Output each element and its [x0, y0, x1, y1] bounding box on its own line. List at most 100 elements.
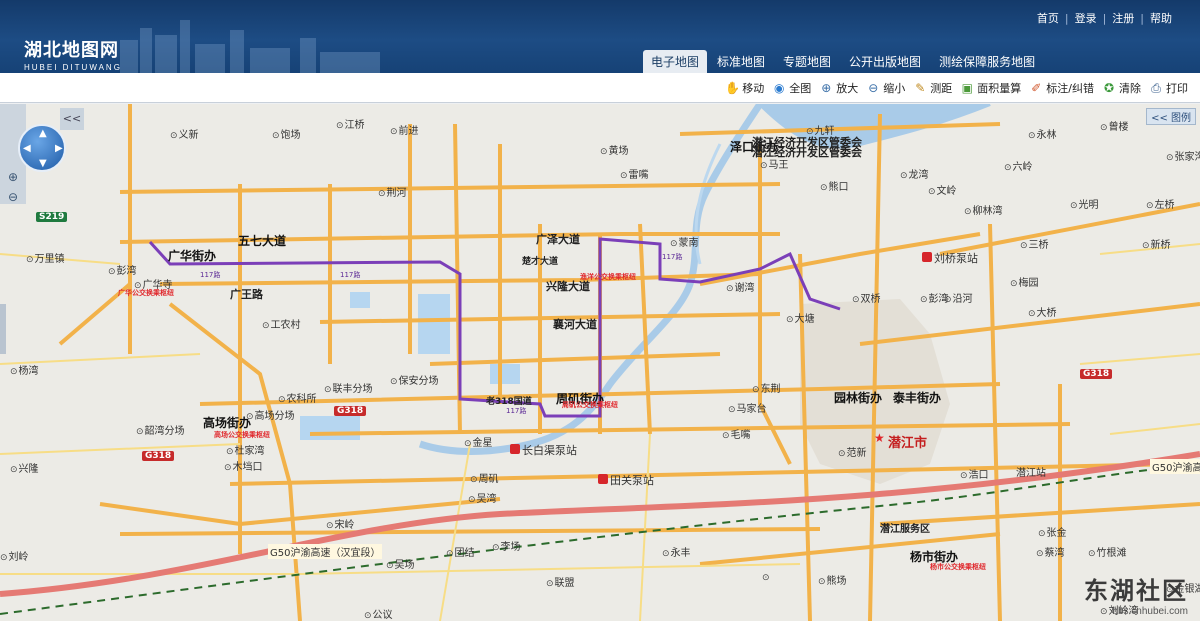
watermark: 东湖社区 bbs.cnhubei.com [1084, 571, 1188, 617]
tool-label: 移动 [742, 81, 765, 95]
zoom-in-button[interactable]: ⊕ 放大 [819, 80, 858, 96]
town-label: 兴隆 [10, 460, 39, 475]
measure-distance-button[interactable]: ✎ 测距 [913, 80, 952, 96]
tool-label: 全图 [789, 81, 812, 95]
move-button[interactable]: ✋ 移动 [725, 80, 764, 96]
measure-area-button[interactable]: ▣ 面积量算 [960, 80, 1022, 96]
station-label[interactable]: 长白渠泵站 [522, 442, 577, 458]
expressway-label: G50沪渝高速 [1150, 459, 1200, 474]
town-label: 团结 [446, 544, 475, 559]
town-label: 荆河 [378, 184, 407, 199]
tab-standard-map[interactable]: 标准地图 [709, 50, 773, 73]
town-label: 联盟 [546, 574, 575, 589]
district-label[interactable]: 高场街办 [203, 414, 251, 431]
ruler-icon: ✎ [915, 80, 926, 95]
station-label[interactable]: 潜江站 [1016, 464, 1046, 479]
town-label: 永丰 [662, 544, 691, 559]
bus-hub-note: 渔洋公交换乘枢纽 [580, 273, 636, 281]
print-button[interactable]: ⎙ 打印 [1149, 80, 1188, 96]
town-label: 蒙南 [670, 234, 699, 249]
tab-published-map[interactable]: 公开出版地图 [841, 50, 929, 73]
town-label: 农科所 [278, 390, 317, 405]
tab-electronic-map[interactable]: 电子地图 [643, 50, 708, 73]
link-register[interactable]: 注册 [1112, 10, 1134, 26]
site-logo[interactable]: 湖北地图网 HUBEI DITUWANG [24, 36, 122, 72]
town-label: 蔡湾 [1036, 544, 1065, 559]
tool-label: 清除 [1119, 81, 1141, 95]
town-label: 九轩 [806, 122, 835, 137]
expressway-label: G50沪渝高速（汉宜段） [268, 544, 383, 559]
legend-button[interactable]: << 图例 [1146, 108, 1196, 125]
tab-survey-service-map[interactable]: 测绘保障服务地图 [931, 50, 1043, 73]
town-label: 新桥 [1142, 236, 1171, 251]
clear-button[interactable]: ✪ 清除 [1102, 80, 1141, 96]
map-canvas[interactable]: 广华街办 五七大道 周矶街办 高场街办 泽口街办 园林街办 泰丰街办 杨市街办 … [0, 104, 1200, 621]
pump-station-icon [598, 474, 608, 484]
station-label[interactable]: 刘桥泵站 [934, 250, 978, 266]
town-label: 杨湾 [10, 362, 39, 377]
town-label: 保安分场 [390, 372, 439, 387]
pan-down-icon[interactable]: ▼ [39, 158, 47, 169]
town-label: 联丰分场 [324, 380, 373, 395]
district-label[interactable]: 园林街办 [834, 389, 882, 406]
print-icon: ⎙ [1151, 80, 1161, 95]
route-label: 117路 [200, 271, 221, 279]
bus-hub-note: 高场公交换乘枢纽 [214, 431, 270, 439]
tool-label: 测距 [930, 81, 953, 95]
town-label [762, 572, 771, 583]
town-label: 张金 [1038, 524, 1067, 539]
road-label: 广泽大道 [536, 233, 580, 246]
district-label[interactable]: 广华街办 [168, 247, 216, 264]
zoom-out-button[interactable]: ⊖ 缩小 [866, 80, 905, 96]
canal [694, 143, 722, 265]
g318-shield: G318 [334, 406, 367, 416]
town-label: 范新 [838, 444, 867, 459]
town-label: 杜家湾 [226, 442, 265, 457]
pond [490, 364, 520, 384]
map-type-tabs: 电子地图 标准地图 专题地图 公开出版地图 测绘保障服务地图 [643, 50, 1045, 73]
station-label[interactable]: 田关泵站 [610, 472, 654, 488]
divider: | [1102, 11, 1107, 25]
pond [300, 416, 360, 440]
g318-shield: G318 [1080, 369, 1113, 379]
town-label: 熊场 [818, 572, 847, 587]
link-login[interactable]: 登录 [1075, 10, 1097, 26]
collapse-panel-button[interactable]: << [60, 108, 84, 130]
zoom-out-icon: ⊖ [868, 80, 879, 95]
zoom-in-icon[interactable]: ⊕ [4, 168, 22, 186]
town-label: 彭湾 [108, 262, 137, 277]
pan-up-icon[interactable]: ▲ [39, 128, 47, 139]
town-label: 熊口 [820, 178, 849, 193]
town-label: 张家沟 [1166, 148, 1200, 163]
district-label[interactable]: 泰丰街办 [893, 389, 941, 406]
g318-shield: G318 [142, 451, 175, 461]
bus-hub-note: 广华公交换乘枢纽 [118, 289, 174, 297]
city-label[interactable]: 潜江市 [888, 432, 927, 451]
tab-thematic-map[interactable]: 专题地图 [775, 50, 839, 73]
side-drawer-tab[interactable] [0, 304, 6, 354]
town-label: 饱场 [272, 126, 301, 141]
pan-right-icon[interactable]: ▶ [55, 143, 63, 154]
logo-title: 湖北地图网 [24, 40, 119, 61]
bus-hub-note: 周矶公交换乘枢纽 [562, 401, 618, 409]
pond [350, 292, 370, 308]
town-label: 公议 [364, 606, 393, 621]
annotate-correct-button[interactable]: ✐ 标注/纠错 [1029, 80, 1094, 96]
pan-left-icon[interactable]: ◀ [23, 143, 31, 154]
road-label: 襄河大道 [553, 318, 597, 331]
district-label[interactable]: 五七大道 [238, 232, 286, 249]
town-label: 吴湾 [468, 490, 497, 505]
zoom-out-icon[interactable]: ⊖ [4, 188, 22, 206]
town-label: 宋岭 [326, 516, 355, 531]
town-label: 光明 [1070, 196, 1099, 211]
town-label: 雷嘴 [620, 166, 649, 181]
full-extent-button[interactable]: ◉ 全图 [772, 80, 811, 96]
town-label: 东荆 [752, 380, 781, 395]
site-header: 湖北地图网 HUBEI DITUWANG 首页 | 登录 | 注册 | 帮助 电… [0, 0, 1200, 73]
town-label: 谢湾 [726, 279, 755, 294]
link-help[interactable]: 帮助 [1150, 10, 1172, 26]
pan-control[interactable]: ▲ ▼ ◀ ▶ [18, 124, 66, 172]
link-home[interactable]: 首页 [1037, 10, 1059, 26]
logo-subtitle: HUBEI DITUWANG [24, 63, 122, 72]
tool-label: 放大 [836, 81, 859, 95]
